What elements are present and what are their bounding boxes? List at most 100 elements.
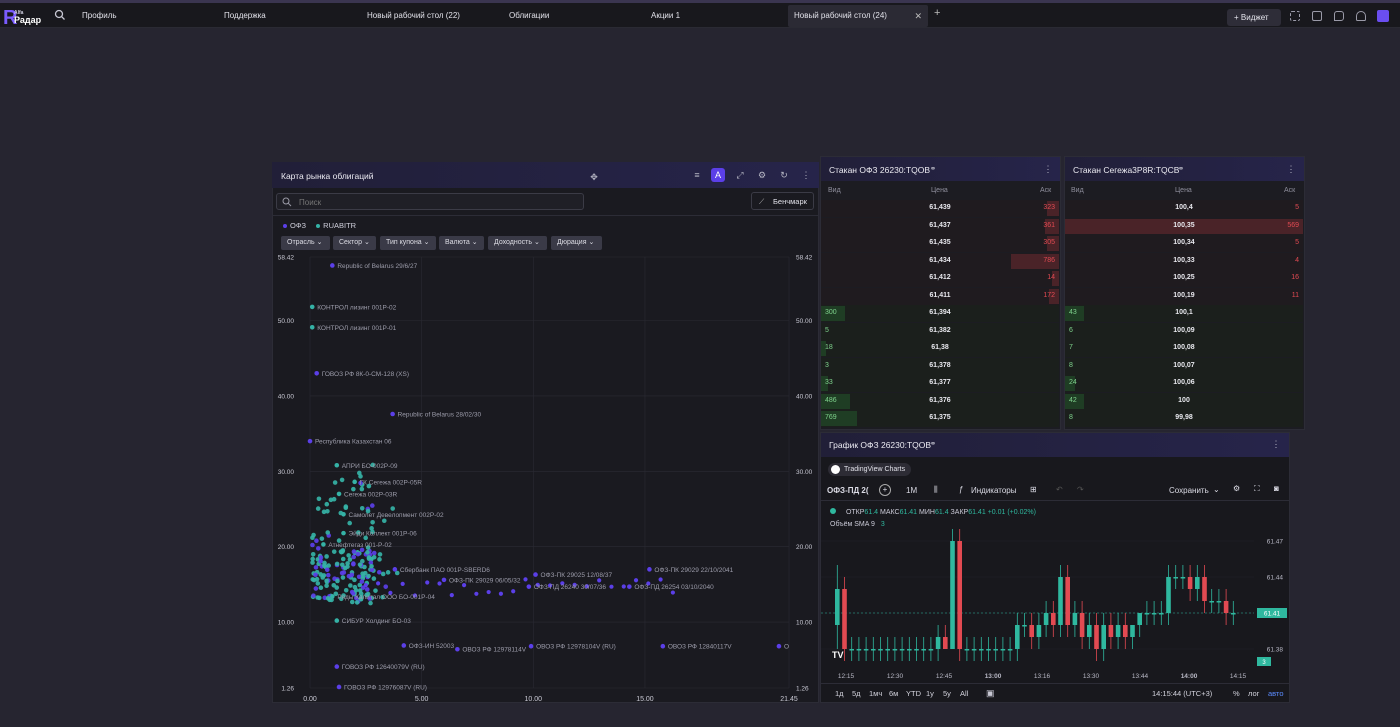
indicators-button[interactable]: Индикаторы bbox=[971, 486, 1016, 495]
fullscreen-icon[interactable] bbox=[1290, 11, 1300, 21]
bid-row[interactable]: 100,08 7 bbox=[1065, 340, 1303, 357]
fullscreen-icon[interactable]: ⛶ bbox=[1254, 484, 1260, 494]
chevron-down-icon[interactable]: ⌄ bbox=[1213, 485, 1220, 494]
ask-row[interactable]: 61,437 361 bbox=[821, 217, 1059, 235]
tab-workspace-24[interactable]: Новый рабочий стол (24) ✕ bbox=[788, 5, 928, 27]
period-button[interactable]: 5у bbox=[943, 689, 951, 698]
gear-icon[interactable]: ⚙ bbox=[755, 168, 769, 182]
tab-profile[interactable]: Профиль bbox=[76, 5, 216, 27]
link-icon[interactable]: ⚭ bbox=[926, 162, 940, 176]
bid-row[interactable]: 61,376 486 bbox=[821, 392, 1059, 410]
drag-handle-icon[interactable]: ✥ bbox=[587, 170, 601, 184]
save-button[interactable]: Сохранить bbox=[1169, 486, 1209, 495]
bid-row[interactable]: 61,377 33 bbox=[821, 375, 1059, 392]
interval-button[interactable]: 1M bbox=[906, 486, 917, 495]
auto-toggle[interactable]: авто bbox=[1268, 689, 1284, 698]
bid-row[interactable]: 100,09 6 bbox=[1065, 322, 1303, 340]
filter-label: Сектор bbox=[339, 239, 363, 246]
more-icon[interactable]: ⋮ bbox=[1269, 437, 1283, 451]
time-tick-label: 12:15 bbox=[838, 673, 855, 680]
search-field[interactable] bbox=[276, 193, 584, 210]
highlight-icon[interactable]: A bbox=[711, 168, 725, 182]
bid-row[interactable]: 100 42 bbox=[1065, 392, 1303, 410]
ask-row[interactable]: 100,19 11 bbox=[1065, 287, 1303, 305]
period-button[interactable]: 1у bbox=[926, 689, 934, 698]
scatter-point bbox=[348, 583, 353, 588]
scatter-point bbox=[371, 576, 377, 581]
close-icon[interactable]: ✕ bbox=[914, 5, 922, 27]
ask-row[interactable]: 61,439 323 bbox=[821, 200, 1059, 217]
redo-icon[interactable]: ↷ bbox=[1077, 485, 1084, 494]
bid-row[interactable]: 100,1 43 bbox=[1065, 305, 1303, 322]
calendar-icon[interactable]: ▣ bbox=[986, 688, 995, 699]
filter-coupon-type[interactable]: Тип купона ⌄ bbox=[380, 236, 436, 250]
filter-industry[interactable]: Отрасль ⌄ bbox=[281, 236, 330, 250]
ask-row[interactable]: 61,412 14 bbox=[821, 270, 1059, 287]
bid-row[interactable]: 61,394 300 bbox=[821, 305, 1059, 322]
add-symbol-icon[interactable]: + bbox=[879, 484, 891, 496]
more-icon[interactable]: ⋮ bbox=[1284, 162, 1298, 176]
link-icon[interactable]: ⚭ bbox=[1174, 162, 1188, 176]
tab-support[interactable]: Поддержка bbox=[218, 5, 358, 27]
undo-icon[interactable]: ↶ bbox=[1056, 485, 1063, 494]
search-icon[interactable] bbox=[54, 9, 66, 21]
more-icon[interactable]: ⋮ bbox=[799, 168, 813, 182]
bond-scatter-chart[interactable]: 0.00 5.00 10.00 15.00 21.45 1.26 1.26 10.00 10.0… bbox=[272, 252, 819, 704]
period-button[interactable]: YTD bbox=[906, 689, 921, 698]
app-logo[interactable]: R Alfa Радар bbox=[3, 8, 43, 28]
filter-sector[interactable]: Сектор ⌄ bbox=[333, 236, 376, 250]
ask-row[interactable]: 61,411 172 bbox=[821, 287, 1059, 305]
percent-toggle[interactable]: % bbox=[1233, 689, 1240, 698]
candlestick-chart[interactable]: 61.4761.4461.4161.3861.41312:1512:3012:4… bbox=[821, 501, 1289, 683]
price-cell: 100,1 bbox=[1175, 309, 1193, 316]
tab-bonds[interactable]: Облигации bbox=[503, 5, 643, 27]
legend-item-ruabitr[interactable]: RUABITR bbox=[316, 221, 356, 230]
period-button[interactable]: 1д bbox=[835, 689, 844, 698]
ask-row[interactable]: 100,25 16 bbox=[1065, 270, 1303, 287]
ask-row[interactable]: 100,33 4 bbox=[1065, 252, 1303, 270]
benchmark-button[interactable]: ⟋ Бенчмарк bbox=[751, 192, 814, 210]
screen-icon[interactable] bbox=[1312, 11, 1322, 21]
filter-duration[interactable]: Дюрация ⌄ bbox=[551, 236, 602, 250]
period-button[interactable]: 5д bbox=[852, 689, 861, 698]
filter-icon[interactable]: ≡ bbox=[690, 168, 704, 182]
avatar[interactable] bbox=[1377, 10, 1389, 22]
ask-row[interactable]: 100,34 5 bbox=[1065, 235, 1303, 252]
ask-row[interactable]: 61,435 305 bbox=[821, 235, 1059, 252]
gear-icon[interactable]: ⚙ bbox=[1233, 484, 1240, 493]
ask-row[interactable]: 100,4 5 bbox=[1065, 200, 1303, 217]
timezone-label[interactable]: 14:15:44 (UTC+3) bbox=[1152, 689, 1212, 698]
period-button[interactable]: 1мч bbox=[869, 689, 882, 698]
filter-yield[interactable]: Доходность ⌄ bbox=[488, 236, 547, 250]
bid-row[interactable]: 61,375 769 bbox=[821, 410, 1059, 427]
add-widget-button[interactable]: + Виджет bbox=[1227, 9, 1281, 26]
bid-row[interactable]: 61,382 5 bbox=[821, 322, 1059, 340]
period-button[interactable]: All bbox=[960, 689, 968, 698]
refresh-icon[interactable]: ↻ bbox=[777, 168, 791, 182]
ask-row[interactable]: 100,35 569 bbox=[1065, 217, 1303, 235]
period-button[interactable]: 6м bbox=[889, 689, 898, 698]
bid-row[interactable]: 100,06 24 bbox=[1065, 375, 1303, 392]
layout-icon[interactable]: ⊞ bbox=[1030, 485, 1037, 494]
search-input[interactable] bbox=[299, 196, 569, 208]
bid-row[interactable]: 61,378 3 bbox=[821, 357, 1059, 375]
bid-row[interactable]: 100,07 8 bbox=[1065, 357, 1303, 375]
tradingview-badge[interactable]: TradingView Charts bbox=[828, 463, 912, 476]
more-icon[interactable]: ⋮ bbox=[1041, 162, 1055, 176]
add-tab-button[interactable]: + bbox=[934, 7, 940, 19]
camera-icon[interactable]: ◙ bbox=[1274, 484, 1279, 493]
symbol-search[interactable]: ОФЗ-ПД 2( bbox=[827, 486, 869, 495]
link-icon[interactable]: ⚭ bbox=[926, 437, 940, 451]
headset-icon[interactable] bbox=[1356, 11, 1366, 21]
ask-row[interactable]: 61,434 786 bbox=[821, 252, 1059, 270]
expand-icon[interactable]: ⤢ bbox=[733, 168, 747, 182]
legend-item-ofz[interactable]: ОФЗ bbox=[283, 221, 306, 230]
candles-icon[interactable]: ⫼ bbox=[934, 485, 938, 495]
filter-currency[interactable]: Валюта ⌄ bbox=[439, 236, 484, 250]
tab-stocks-1[interactable]: Акции 1 bbox=[645, 5, 785, 27]
bid-row[interactable]: 99,98 8 bbox=[1065, 410, 1303, 427]
tab-workspace-22[interactable]: Новый рабочий стол (22) bbox=[361, 5, 501, 27]
chat-icon[interactable] bbox=[1334, 11, 1344, 21]
bid-row[interactable]: 61,38 18 bbox=[821, 340, 1059, 357]
log-toggle[interactable]: лог bbox=[1248, 689, 1259, 698]
